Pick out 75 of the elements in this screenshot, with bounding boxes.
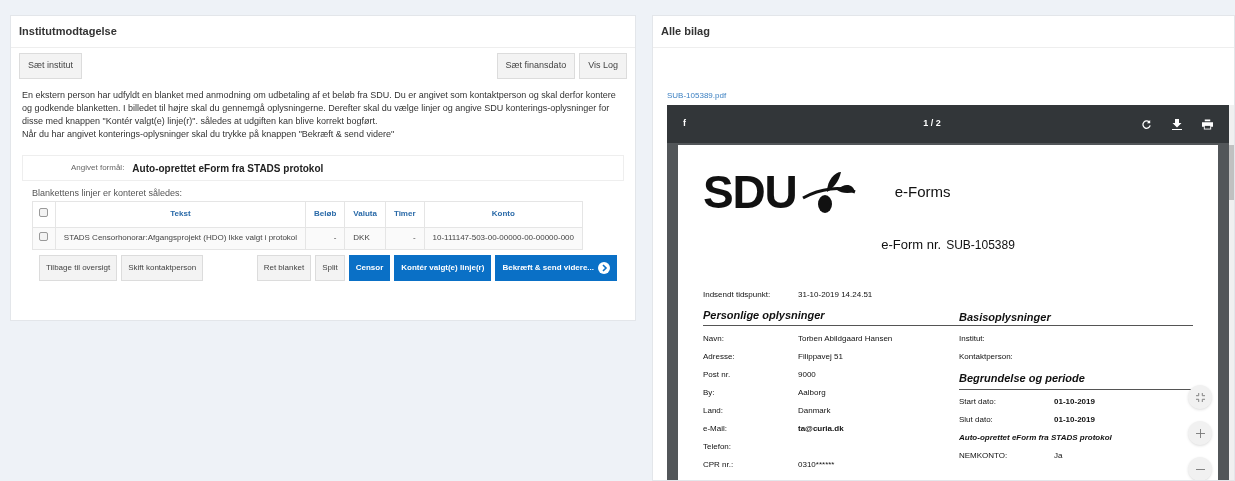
primary-button[interactable]: Bekræft & send videre... [495, 254, 617, 281]
rotate-icon[interactable] [1141, 118, 1152, 130]
purpose-label: Angivet formål: [71, 162, 125, 174]
action-button[interactable]: Sæt institut [19, 53, 83, 79]
column-header[interactable]: Valuta [344, 201, 386, 227]
field-value: 01-10-2019 [1054, 414, 1095, 426]
panel-title: Alle bilag [661, 24, 710, 40]
arrow-right-icon [598, 261, 610, 274]
field-label: Start dato: [959, 396, 997, 408]
zoom-in-icon [1195, 428, 1205, 438]
column-header[interactable]: Timer [385, 201, 425, 227]
section-heading: Personlige oplysninger [703, 307, 826, 323]
table-cell: DKK [344, 227, 386, 249]
table-cell: 10-111147-503-00-00000-00-00000-000 [424, 227, 583, 249]
column-header[interactable]: Konto [424, 201, 583, 227]
page-indicator: 1 / 2 [922, 117, 942, 131]
field-value: Ja [1054, 450, 1063, 462]
section-heading: Begrundelse og periode [959, 370, 1085, 386]
field-label: e-Mail: [703, 423, 728, 435]
panel-title: Institutmodtagelse [19, 24, 117, 40]
field-label: Post nr. [703, 369, 732, 381]
olive-branch-icon [800, 170, 857, 214]
field-label: Indsendt tidspunkt: [703, 288, 772, 301]
field-label: Adresse: [703, 351, 736, 363]
table-cell: - [305, 227, 345, 249]
field-label: Telefon: [703, 441, 733, 453]
field-value: 9000 [798, 369, 816, 381]
column-header[interactable]: Beløb [305, 201, 345, 227]
action-button[interactable]: Ret blanket [256, 254, 312, 281]
action-button[interactable]: Tilbage til oversigt [39, 254, 118, 281]
primary-button[interactable]: Kontér valgt(e) linje(r) [394, 254, 492, 281]
print-icon[interactable] [1202, 118, 1213, 130]
action-button[interactable]: Vis Log [579, 53, 627, 79]
field-label: CPR nr.: [703, 459, 735, 471]
zoom-in-button[interactable] [1188, 421, 1212, 445]
row-checkbox[interactable] [39, 207, 49, 217]
field-value: 31-10-2019 14.24.51 [798, 288, 873, 301]
fit-icon [1195, 392, 1205, 402]
intro-text: En ekstern person har udfyldt en blanket med anmodning om udbetaling af et beløb fra SDU. Du er angivet som kontaktperson og skal derfor kontere og godkende blanketten. I billedet til højre skal du gennemgå oplysningerne. Derefter skal du vælge linjer og angive SDU konterings-oplysninger for disse med knappen "Kontér valgt(e) linje(r)". således at udgiften kan blive korrekt bogført. [22, 89, 617, 128]
primary-button[interactable]: Censor [348, 254, 391, 281]
form-number-label: e-Form nr. [881, 236, 942, 254]
field-value: Filippavej 51 [798, 351, 843, 363]
field-label: Kontaktperson: [959, 351, 1014, 363]
table-cell: STADS Censorhonorar:Afgangsprojekt (HDO) Ikke valgt i protokol [55, 227, 306, 249]
field-label: Navn: [703, 333, 725, 345]
form-number: SUB-105389 [946, 237, 1015, 254]
action-button[interactable]: Sæt finansdato [496, 53, 576, 79]
table-cell: - [385, 227, 425, 249]
field-label: Slut dato: [959, 414, 994, 426]
intro-text: Når du har angivet konterings-oplysninger skal du trykke på knappen "Bekræft & send videre" [22, 128, 396, 141]
field-label: Land: [703, 405, 725, 417]
section-heading: Basisoplysninger [959, 309, 1051, 325]
logo-text: SDU [703, 169, 797, 215]
toolbar-label: f [683, 117, 687, 131]
field-label: Institut: [959, 333, 986, 345]
scrollbar[interactable] [1229, 105, 1234, 480]
note-text: Auto-oprettet eForm fra STADS protokol [959, 432, 1112, 444]
field-value: Torben Abildgaard Hansen [798, 333, 893, 345]
field-value: ta@curia.dk [798, 423, 844, 435]
field-value: Danmark [798, 405, 831, 417]
logo-subtitle: e-Forms [894, 181, 951, 202]
download-icon[interactable] [1172, 118, 1182, 130]
field-value: Aalborg [798, 387, 826, 399]
fit-button[interactable] [1188, 385, 1212, 409]
file-link[interactable]: SUB-105389.pdf [667, 91, 727, 100]
row-checkbox[interactable] [39, 231, 49, 241]
action-button[interactable]: Skift kontaktperson [121, 254, 204, 281]
field-label: By: [703, 387, 716, 399]
column-header[interactable]: Tekst [55, 201, 306, 227]
field-value: 0310****** [798, 459, 835, 471]
table-caption: Blankettens linjer er konteret således: [31, 187, 184, 200]
field-value: 01-10-2019 [1054, 396, 1095, 408]
field-label: NEMKONTO: [959, 450, 1009, 462]
purpose-value: Auto-oprettet eForm fra STADS protokol [132, 161, 324, 176]
action-button[interactable]: Split [315, 254, 345, 281]
